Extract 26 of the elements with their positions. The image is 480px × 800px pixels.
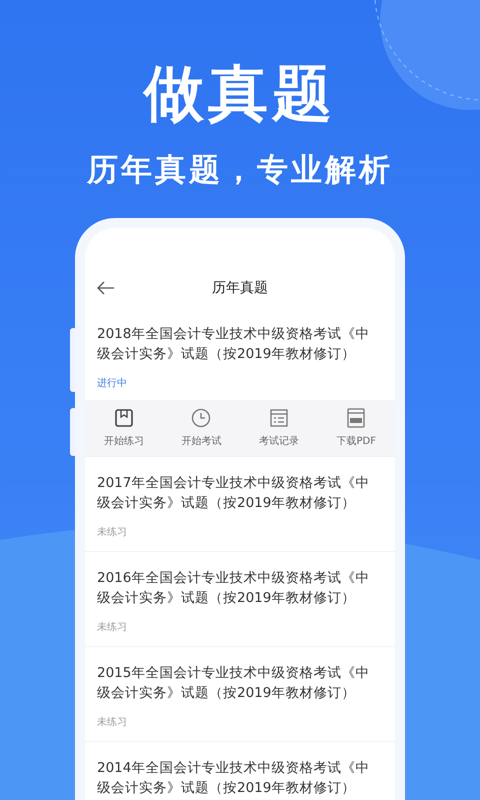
action-button[interactable]: 考试记录 [240, 400, 318, 456]
paper-title: 2016年全国会计专业技术中级资格考试《中级会计实务》试题（按2019年教材修订） [97, 569, 370, 608]
subheadline: 历年真题，专业解析 [87, 151, 393, 190]
paper-status: 未练习 [97, 620, 128, 634]
screen-title: 历年真题 [211, 279, 269, 297]
paper-title: 2015年全国会计专业技术中级资格考试《中级会计实务》试题（按2019年教材修订） [97, 664, 370, 703]
headline: 做真题 [144, 58, 336, 130]
paper-status: 未练习 [97, 716, 128, 729]
paper-status: 进行中 [97, 376, 128, 390]
action-button[interactable]: 下载PDF [318, 400, 395, 456]
paper-title: 2014年全国会计专业技术中级资格考试《中级会计实务》试题（按2019年教材修订） [97, 759, 370, 798]
paper-item[interactable]: 2016年全国会计专业技术中级资格考试《中级会计实务》试题（按2019年教材修订） 未练习 [85, 552, 395, 647]
clock-icon [191, 408, 212, 428]
paper-item[interactable]: 2018年全国会计专业技术中级资格考试《中级会计实务》试题（按2019年教材修订） 进行中 开始练习 开始考试 考试记录 下载PDF [85, 308, 395, 457]
paper-title: 2018年全国会计专业技术中级资格考试《中级会计实务》试题（按2019年教材修订） [97, 325, 370, 364]
pdf-file-icon [346, 408, 366, 428]
paper-title: 2017年全国会计专业技术中级资格考试《中级会计实务》试题（按2019年教材修订） [97, 474, 370, 513]
paper-item[interactable]: 2014年全国会计专业技术中级资格考试《中级会计实务》试题（按2019年教材修订） [85, 742, 395, 800]
paper-status: 未练习 [97, 526, 128, 539]
action-button[interactable]: 开始练习 [85, 400, 162, 456]
back-arrow-icon[interactable] [97, 281, 115, 295]
list-icon [268, 408, 289, 428]
paper-item[interactable]: 2015年全国会计专业技术中级资格考试《中级会计实务》试题（按2019年教材修订） 未练习 [85, 647, 395, 742]
paper-item[interactable]: 2017年全国会计专业技术中级资格考试《中级会计实务》试题（按2019年教材修订） 未练习 [85, 457, 395, 552]
bookmark-book-icon [114, 408, 134, 428]
action-button[interactable]: 开始考试 [162, 400, 240, 456]
